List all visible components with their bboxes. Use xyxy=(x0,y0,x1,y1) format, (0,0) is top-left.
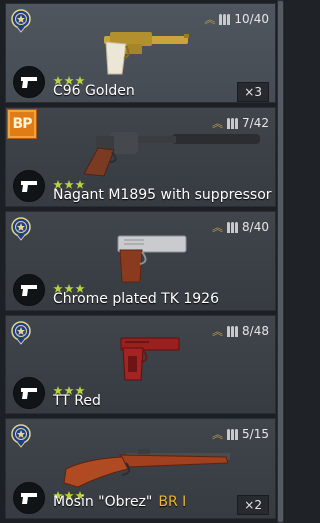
weapon-card-nagant-m1895[interactable]: BP ︽ 7/42 Nagant M1895 with suppressor xyxy=(5,107,276,207)
ammo-icon xyxy=(219,13,231,25)
weapon-name: Chrome plated TK 1926 xyxy=(53,291,219,307)
c96-golden-image xyxy=(104,32,189,75)
rarity-stars xyxy=(53,70,85,85)
ammo-counter: ︽ 5/15 xyxy=(212,427,269,441)
rarity-stars xyxy=(53,380,85,395)
upgrade-chevron-icon: ︽ xyxy=(212,220,224,234)
ammo-counter: ︽ 10/40 xyxy=(204,12,269,26)
rarity-stars xyxy=(53,278,85,293)
battle-pass-icon: BP xyxy=(7,109,37,139)
weapon-name: Mosin "Obrez" BR I xyxy=(53,494,186,510)
rarity-stars xyxy=(53,485,85,500)
upgrade-chevron-icon: ︽ xyxy=(212,324,224,338)
pistol-class-icon xyxy=(13,66,45,98)
ammo-count: 10/40 xyxy=(234,12,269,26)
scrollbar-thumb[interactable] xyxy=(278,1,283,522)
scrollbar[interactable] xyxy=(277,0,284,523)
weapon-name: Nagant M1895 with suppressor xyxy=(53,187,272,203)
weapon-card-mosin-obrez[interactable]: ︽ 5/15 Mosin "Obrez" BR I ×2 xyxy=(5,418,276,519)
quantity-badge: ×3 xyxy=(237,82,269,102)
ammo-count: 8/48 xyxy=(242,324,269,338)
medal-icon xyxy=(11,424,31,448)
pistol-class-icon xyxy=(13,482,45,514)
weapon-name: TT Red xyxy=(53,393,101,409)
tk-1926-image xyxy=(117,235,187,283)
quantity-badge: ×2 xyxy=(237,495,269,515)
ammo-counter: ︽ 8/48 xyxy=(212,324,269,338)
ammo-count: 8/40 xyxy=(242,220,269,234)
ammo-count: 5/15 xyxy=(242,427,269,441)
pistol-class-icon xyxy=(13,377,45,409)
tt-red-image xyxy=(120,337,180,381)
medal-icon xyxy=(11,217,31,241)
ammo-counter: ︽ 8/40 xyxy=(212,220,269,234)
pistol-class-icon xyxy=(13,170,45,202)
weapon-list: ︽ 10/40 C96 Golden ×3 BP ︽ 7/42 Nagant M… xyxy=(0,0,285,523)
weapon-card-tt-red[interactable]: ︽ 8/48 TT Red xyxy=(5,315,276,414)
upgrade-chevron-icon: ︽ xyxy=(212,427,224,441)
rarity-stars xyxy=(53,174,85,189)
ammo-icon xyxy=(227,221,239,233)
medal-icon xyxy=(11,321,31,345)
nagant-m1895-image xyxy=(83,132,260,177)
weapon-card-tk-1926[interactable]: ︽ 8/40 Chrome plated TK 1926 xyxy=(5,211,276,311)
weapon-name-text: Mosin "Obrez" xyxy=(53,494,153,510)
ammo-icon xyxy=(227,428,239,440)
medal-icon xyxy=(11,9,31,33)
ammo-icon xyxy=(227,325,239,337)
weapon-card-c96-golden[interactable]: ︽ 10/40 C96 Golden ×3 xyxy=(5,3,276,103)
pistol-class-icon xyxy=(13,274,45,306)
battle-rank-label: BR I xyxy=(158,494,187,510)
weapon-name: C96 Golden xyxy=(53,83,135,99)
upgrade-chevron-icon: ︽ xyxy=(204,12,216,26)
